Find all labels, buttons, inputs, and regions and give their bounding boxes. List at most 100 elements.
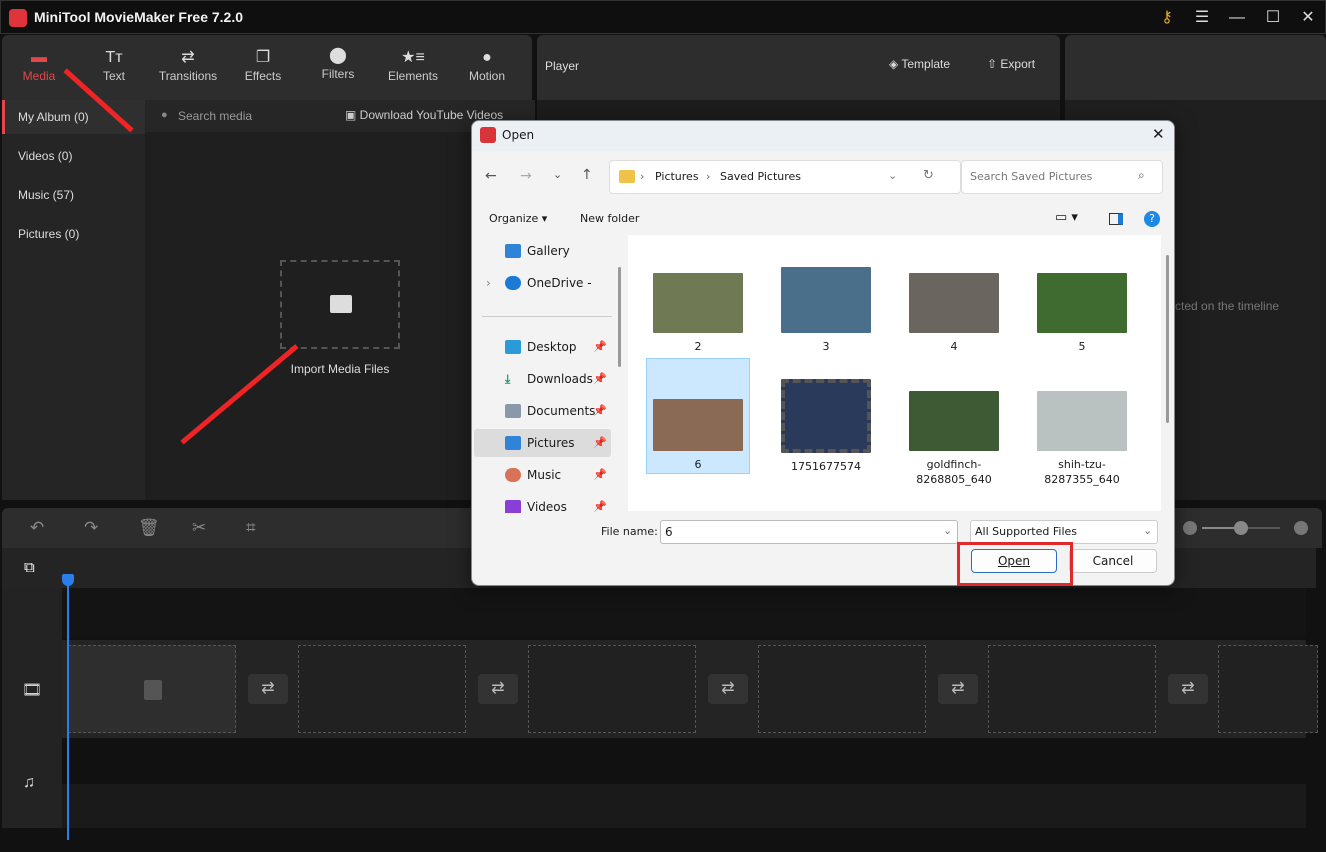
file-item[interactable]: 6 bbox=[646, 358, 750, 474]
nav-desktop[interactable]: Desktop 📌 bbox=[474, 333, 611, 361]
gallery-icon bbox=[505, 244, 521, 258]
nav-scrollbar[interactable] bbox=[618, 267, 621, 367]
menu-icon[interactable]: ☰ bbox=[1190, 7, 1214, 29]
file-name-label: File name: bbox=[601, 525, 658, 538]
refresh-icon[interactable]: ↻ bbox=[923, 168, 934, 183]
timeline-clip-slot[interactable] bbox=[1218, 645, 1318, 733]
player-header: Player ◈ Template ⇧ Export bbox=[537, 35, 1060, 100]
file-item[interactable]: 4 bbox=[902, 273, 1006, 354]
transition-button[interactable]: ⇄ bbox=[248, 674, 288, 704]
breadcrumb-saved-pictures[interactable]: Saved Pictures bbox=[720, 170, 801, 183]
zoom-in-icon[interactable] bbox=[1294, 521, 1308, 535]
transition-button[interactable]: ⇄ bbox=[938, 674, 978, 704]
tab-transitions[interactable]: ⇄ Transitions bbox=[153, 47, 223, 83]
file-item[interactable]: 5 bbox=[1030, 273, 1134, 354]
address-dropdown-icon[interactable]: ⌄ bbox=[888, 169, 897, 182]
nav-videos[interactable]: Videos 📌 bbox=[474, 493, 611, 513]
tab-motion[interactable]: ● Motion bbox=[452, 47, 522, 83]
pin-icon[interactable]: 📌 bbox=[593, 461, 607, 489]
transition-button[interactable]: ⇄ bbox=[708, 674, 748, 704]
key-icon[interactable]: ⚷ bbox=[1155, 7, 1179, 29]
timeline-clip-slot[interactable] bbox=[758, 645, 926, 733]
forward-icon[interactable]: → bbox=[520, 168, 532, 184]
transition-button[interactable]: ⇄ bbox=[478, 674, 518, 704]
tab-elements[interactable]: ★≡ Elements bbox=[378, 47, 448, 83]
crop-icon[interactable]: ⌗ bbox=[246, 518, 256, 538]
sidebar-item-pictures[interactable]: Pictures (0) bbox=[2, 217, 145, 251]
timeline-clip-slot[interactable] bbox=[528, 645, 696, 733]
dialog-close-button[interactable]: ✕ bbox=[1152, 125, 1165, 143]
preview-pane-icon[interactable] bbox=[1109, 213, 1123, 225]
sidebar-item-my-album[interactable]: My Album (0) bbox=[2, 100, 145, 134]
redo-icon[interactable]: ↷ bbox=[84, 518, 98, 538]
pin-icon[interactable]: 📌 bbox=[593, 365, 607, 393]
close-button[interactable]: ✕ bbox=[1296, 7, 1320, 29]
add-track-icon[interactable]: ⧉ bbox=[24, 559, 35, 576]
file-item[interactable]: 1751677574 bbox=[774, 379, 878, 474]
zoom-slider-handle[interactable] bbox=[1234, 521, 1248, 535]
dialog-search-input[interactable]: Search Saved Pictures ⌕ bbox=[961, 160, 1163, 194]
youtube-icon: ▣ bbox=[345, 108, 360, 122]
file-item[interactable]: 3 bbox=[774, 267, 878, 354]
search-icon: ⌕ bbox=[1138, 168, 1145, 182]
pin-icon[interactable]: 📌 bbox=[593, 397, 607, 425]
help-icon[interactable]: ? bbox=[1144, 211, 1160, 227]
cancel-button[interactable]: Cancel bbox=[1069, 549, 1157, 573]
file-item[interactable]: shih-tzu-8287355_640 bbox=[1030, 391, 1134, 487]
undo-icon[interactable]: ↶ bbox=[30, 518, 44, 538]
zoom-out-icon[interactable] bbox=[1183, 521, 1197, 535]
timeline-clip-slot[interactable] bbox=[68, 645, 236, 733]
file-thumbnail bbox=[1037, 273, 1127, 333]
playhead-handle[interactable] bbox=[62, 574, 74, 586]
tab-effects[interactable]: ❐ Effects bbox=[228, 47, 298, 83]
maximize-button[interactable]: ☐ bbox=[1261, 7, 1285, 29]
recent-dropdown-icon[interactable]: ⌄ bbox=[553, 168, 562, 181]
import-icon bbox=[144, 680, 162, 700]
import-media-button[interactable] bbox=[280, 260, 400, 349]
tab-filters[interactable]: ⬤ Filters bbox=[303, 45, 373, 81]
desktop-icon bbox=[505, 340, 521, 354]
export-button[interactable]: ⇧ Export bbox=[987, 57, 1035, 71]
navigation-pane: Gallery ›OneDrive - Perso Desktop📌 ⤓Down… bbox=[474, 237, 629, 513]
playhead[interactable] bbox=[67, 574, 69, 840]
breadcrumb-pictures[interactable]: Pictures bbox=[655, 170, 699, 183]
split-icon[interactable]: ✂ bbox=[192, 518, 206, 538]
pin-icon[interactable]: 📌 bbox=[593, 333, 607, 361]
file-thumbnail bbox=[909, 273, 999, 333]
pin-icon[interactable]: 📌 bbox=[593, 493, 607, 513]
new-folder-button[interactable]: New folder bbox=[580, 212, 639, 225]
nav-downloads[interactable]: ⤓ Downloads 📌 bbox=[474, 365, 611, 393]
file-name-input[interactable]: 6 ⌄ bbox=[660, 520, 958, 544]
import-media-label: Import Media Files bbox=[290, 362, 390, 376]
folder-icon bbox=[619, 170, 635, 183]
nav-pictures[interactable]: Pictures 📌 bbox=[474, 429, 611, 457]
file-item[interactable]: goldfinch-8268805_640 bbox=[902, 391, 1006, 487]
chevron-right-icon: › bbox=[640, 170, 645, 183]
pin-icon[interactable]: 📌 bbox=[593, 429, 607, 457]
tab-text[interactable]: Tт Text bbox=[79, 47, 149, 83]
nav-music[interactable]: Music 📌 bbox=[474, 461, 611, 489]
back-icon[interactable]: ← bbox=[485, 168, 497, 184]
sidebar-item-videos[interactable]: Videos (0) bbox=[2, 139, 145, 173]
template-button[interactable]: ◈ Template bbox=[889, 57, 950, 71]
nav-gallery[interactable]: Gallery bbox=[474, 237, 611, 265]
nav-documents[interactable]: Documents 📌 bbox=[474, 397, 611, 425]
organize-button[interactable]: Organize ▾ bbox=[489, 212, 547, 225]
timeline-clip-slot[interactable] bbox=[298, 645, 466, 733]
transition-button[interactable]: ⇄ bbox=[1168, 674, 1208, 704]
tab-media[interactable]: ▬ Media bbox=[4, 47, 74, 83]
address-bar[interactable]: › Pictures › Saved Pictures ⌄ ↻ bbox=[609, 160, 961, 194]
up-icon[interactable]: ↑ bbox=[581, 167, 593, 183]
file-item[interactable]: 2 bbox=[646, 273, 750, 354]
view-options-icon[interactable]: ▭ ▾ bbox=[1055, 210, 1078, 225]
delete-icon[interactable]: 🗑 bbox=[138, 518, 160, 538]
minimize-button[interactable]: — bbox=[1225, 7, 1249, 29]
music-icon bbox=[505, 468, 521, 482]
search-media-input[interactable]: Search media bbox=[178, 109, 252, 123]
file-type-select[interactable]: All Supported Files ⌄ bbox=[970, 520, 1158, 544]
sidebar-item-music[interactable]: Music (57) bbox=[2, 178, 145, 212]
timeline-clip-slot[interactable] bbox=[988, 645, 1156, 733]
file-scrollbar[interactable] bbox=[1166, 255, 1169, 423]
nav-onedrive[interactable]: ›OneDrive - Perso bbox=[474, 269, 611, 297]
transitions-icon: ⇄ bbox=[181, 49, 195, 66]
